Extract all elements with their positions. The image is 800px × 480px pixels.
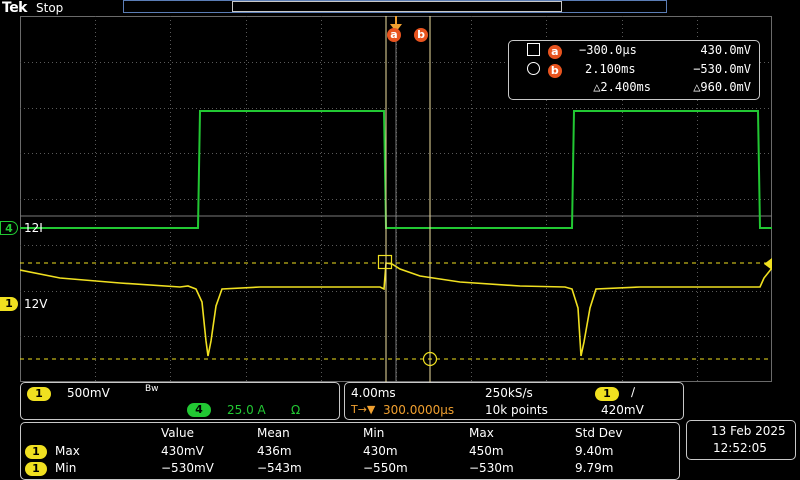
ch1-bandwidth-limit: Bᴡ bbox=[145, 384, 159, 394]
ch4-label: 12I bbox=[24, 221, 43, 235]
acquisition-state[interactable]: Stop bbox=[36, 1, 63, 15]
ch1-scale[interactable]: 500mV bbox=[67, 386, 110, 400]
measurement-channel-badge: 1 bbox=[25, 445, 47, 459]
ch1-badge[interactable]: 1 bbox=[27, 387, 51, 401]
vertical-settings-panel[interactable]: 1 500mV Bᴡ 4 25.0 A Ω bbox=[20, 382, 340, 420]
ch4-ground-marker[interactable]: 4 bbox=[0, 221, 18, 235]
ch1-ground-marker[interactable]: 1 bbox=[0, 297, 18, 311]
cursor-delta-time: △2.400ms bbox=[593, 80, 651, 94]
measurement-header-stddev: Std Dev bbox=[575, 426, 623, 440]
square-icon bbox=[527, 43, 540, 56]
ch4-scale[interactable]: 25.0 A bbox=[227, 403, 266, 417]
measurement-max: 450m bbox=[469, 444, 504, 458]
measurements-panel[interactable]: Value Mean Min Max Std Dev 1 Max 430mV 4… bbox=[20, 422, 680, 480]
measurement-value: 430mV bbox=[161, 444, 204, 458]
time: 12:52:05 bbox=[713, 441, 767, 455]
record-view-window[interactable] bbox=[232, 1, 562, 12]
trigger-level[interactable]: 420mV bbox=[601, 403, 644, 417]
measurement-mean: −543m bbox=[257, 461, 302, 475]
cursor-b-row: b bbox=[527, 62, 562, 78]
cursor-delta-value: △960.0mV bbox=[693, 80, 751, 94]
status-bar: Tek Stop bbox=[0, 0, 800, 17]
cursor-b-time: 2.100ms bbox=[585, 62, 636, 76]
ch4-badge[interactable]: 4 bbox=[187, 403, 211, 417]
trigger-level-arrow[interactable] bbox=[764, 258, 772, 270]
measurement-min: 430m bbox=[363, 444, 398, 458]
cursor-a-time: −300.0µs bbox=[579, 43, 637, 57]
measurement-mean: 436m bbox=[257, 444, 292, 458]
trigger-delay[interactable]: 300.0000µs bbox=[383, 403, 454, 417]
measurement-max: −530m bbox=[469, 461, 514, 475]
horizontal-trigger-panel[interactable]: 4.00ms 250kS/s 1 ∕ T→▼ 300.0000µs 10k po… bbox=[344, 382, 684, 420]
ch1-label: 12V bbox=[24, 297, 48, 311]
measurement-header-value: Value bbox=[161, 426, 194, 440]
circle-icon bbox=[527, 62, 540, 75]
cursor-readout: a −300.0µs 430.0mV b 2.100ms −530.0mV △2… bbox=[508, 40, 760, 100]
cursor-b-badge[interactable]: b bbox=[414, 23, 428, 42]
measurement-header-min: Min bbox=[363, 426, 385, 440]
cursor-b-value: −530.0mV bbox=[693, 62, 751, 76]
measurement-stddev: 9.40m bbox=[575, 444, 614, 458]
measurement-stddev: 9.79m bbox=[575, 461, 614, 475]
cursor-a-badge[interactable]: a bbox=[387, 23, 401, 42]
datetime-panel[interactable]: 13 Feb 2025 12:52:05 bbox=[686, 420, 796, 460]
trigger-delay-icon: T→▼ bbox=[351, 403, 376, 416]
measurement-value: −530mV bbox=[161, 461, 214, 475]
measurement-header-mean: Mean bbox=[257, 426, 290, 440]
measurement-header-max: Max bbox=[469, 426, 494, 440]
sample-rate: 250kS/s bbox=[485, 386, 533, 400]
measurement-channel-badge: 1 bbox=[25, 462, 47, 476]
cursor-a-value: 430.0mV bbox=[700, 43, 751, 57]
trigger-source-badge[interactable]: 1 bbox=[595, 387, 619, 401]
measurement-name: Min bbox=[55, 461, 77, 475]
cursor-a-row: a bbox=[527, 43, 562, 59]
trigger-slope-icon: ∕ bbox=[631, 385, 636, 399]
record-length: 10k points bbox=[485, 403, 548, 417]
timebase[interactable]: 4.00ms bbox=[351, 386, 396, 400]
date: 13 Feb 2025 bbox=[711, 424, 786, 438]
ch4-termination: Ω bbox=[291, 403, 301, 417]
measurement-min: −550m bbox=[363, 461, 408, 475]
brand-logo: Tek bbox=[2, 0, 28, 16]
cursor-b[interactable] bbox=[422, 16, 438, 382]
measurement-name: Max bbox=[55, 444, 80, 458]
